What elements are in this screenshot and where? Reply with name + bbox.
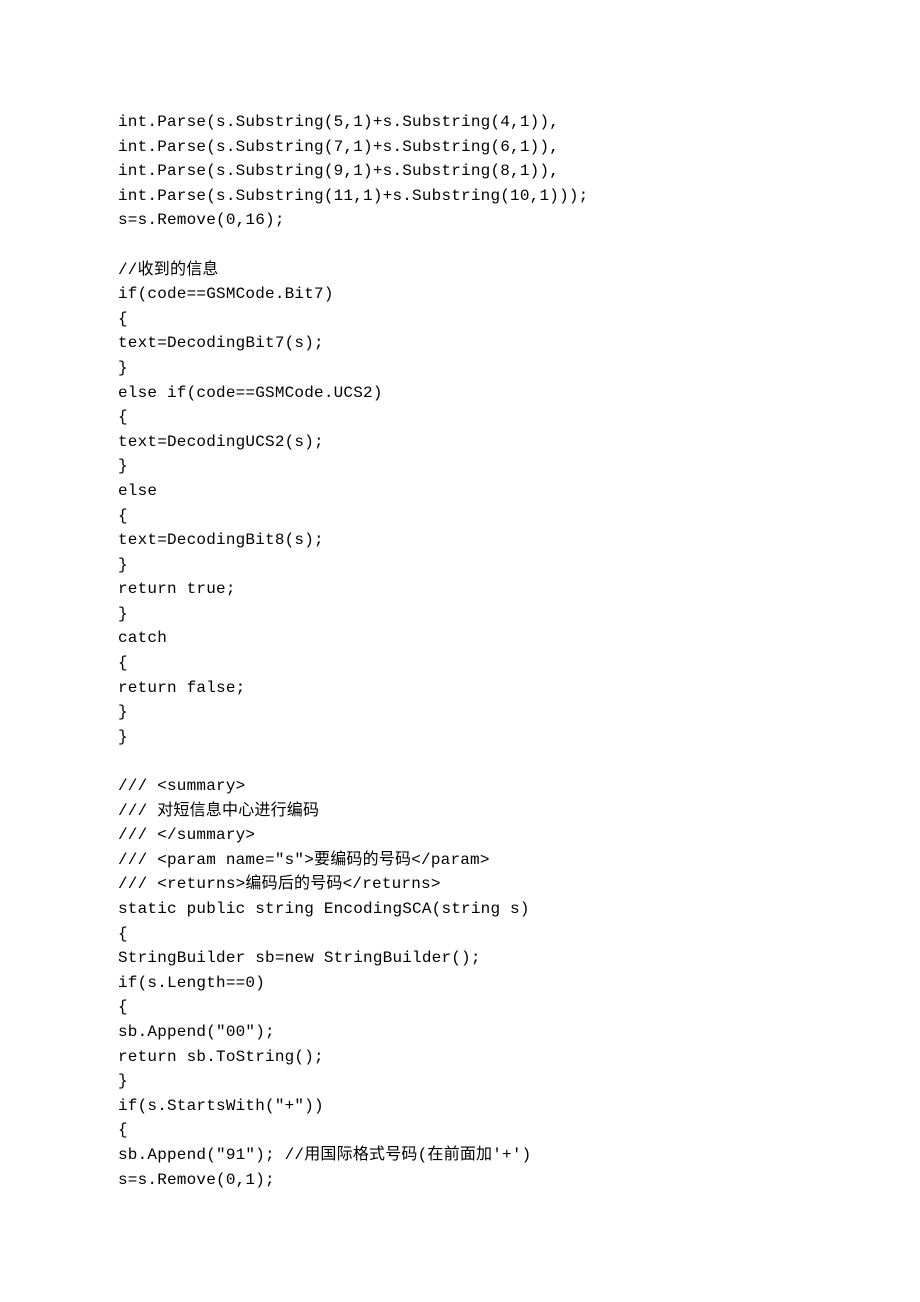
code-line: { — [118, 1118, 798, 1143]
code-line: /// 对短信息中心进行编码 — [118, 799, 798, 824]
code-line: int.Parse(s.Substring(9,1)+s.Substring(8… — [118, 159, 798, 184]
code-line: text=DecodingBit7(s); — [118, 331, 798, 356]
code-line: } — [118, 1069, 798, 1094]
code-line: sb.Append("00"); — [118, 1020, 798, 1045]
code-line: return sb.ToString(); — [118, 1045, 798, 1070]
code-line: { — [118, 307, 798, 332]
code-line: } — [118, 700, 798, 725]
blank-line — [118, 749, 798, 774]
code-line: if(s.Length==0) — [118, 971, 798, 996]
code-line: { — [118, 922, 798, 947]
code-line: /// <summary> — [118, 774, 798, 799]
code-line: s=s.Remove(0,1); — [118, 1168, 798, 1193]
code-line: if(s.StartsWith("+")) — [118, 1094, 798, 1119]
code-line: int.Parse(s.Substring(11,1)+s.Substring(… — [118, 184, 798, 209]
code-line: { — [118, 405, 798, 430]
code-line: { — [118, 995, 798, 1020]
code-line: int.Parse(s.Substring(7,1)+s.Substring(6… — [118, 135, 798, 160]
code-line: return false; — [118, 676, 798, 701]
code-document: int.Parse(s.Substring(5,1)+s.Substring(4… — [0, 0, 798, 1192]
code-line: StringBuilder sb=new StringBuilder(); — [118, 946, 798, 971]
code-line: s=s.Remove(0,16); — [118, 208, 798, 233]
code-line: { — [118, 504, 798, 529]
code-line: sb.Append("91"); //用国际格式号码(在前面加'+') — [118, 1143, 798, 1168]
blank-line — [118, 233, 798, 258]
code-line: { — [118, 651, 798, 676]
code-line: if(code==GSMCode.Bit7) — [118, 282, 798, 307]
code-line: static public string EncodingSCA(string … — [118, 897, 798, 922]
code-line: int.Parse(s.Substring(5,1)+s.Substring(4… — [118, 110, 798, 135]
code-line: } — [118, 725, 798, 750]
code-line: } — [118, 602, 798, 627]
code-line: text=DecodingBit8(s); — [118, 528, 798, 553]
code-line: } — [118, 356, 798, 381]
code-line: /// <param name="s">要编码的号码</param> — [118, 848, 798, 873]
code-line: return true; — [118, 577, 798, 602]
code-line: //收到的信息 — [118, 258, 798, 283]
code-line: text=DecodingUCS2(s); — [118, 430, 798, 455]
code-line: /// <returns>编码后的号码</returns> — [118, 872, 798, 897]
code-line: else — [118, 479, 798, 504]
code-line: } — [118, 553, 798, 578]
code-line: else if(code==GSMCode.UCS2) — [118, 381, 798, 406]
code-line: catch — [118, 626, 798, 651]
code-line: } — [118, 454, 798, 479]
code-line: /// </summary> — [118, 823, 798, 848]
